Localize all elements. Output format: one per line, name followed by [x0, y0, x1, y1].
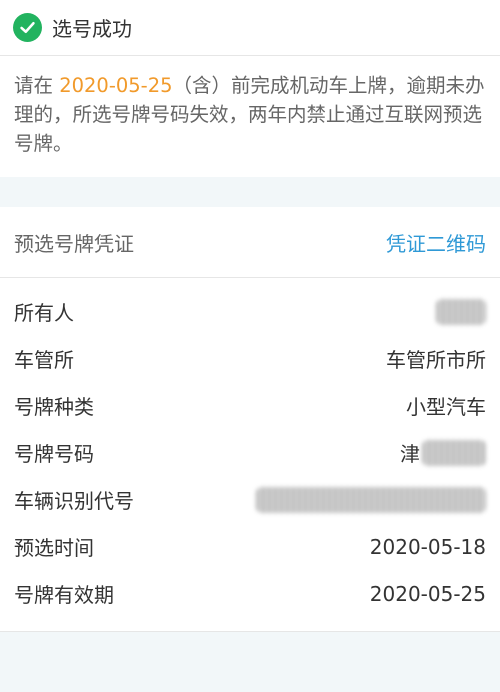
row-label: 号牌种类	[14, 395, 94, 419]
row-value: 2020-05-25	[369, 581, 486, 606]
check-circle-icon	[13, 13, 42, 42]
redacted-owner-value	[436, 298, 486, 325]
row-value: 小型汽车	[406, 395, 486, 419]
row-label: 号牌号码	[14, 442, 94, 466]
row-validity: 号牌有效期 2020-05-25	[0, 570, 500, 617]
status-text: 选号成功	[52, 17, 132, 41]
row-office: 车管所 车管所市所	[0, 335, 500, 382]
top-section: 选号成功 请在 2020-05-25（含）前完成机动车上牌，逾期未办理的，所选号…	[0, 0, 500, 177]
detail-rows: 所有人 车管所 车管所市所 号牌种类 小型汽车 号牌号码 津 车辆识别代号 预选…	[0, 278, 500, 631]
row-reserve-time: 预选时间 2020-05-18	[0, 523, 500, 570]
row-value: 2020-05-18	[369, 534, 486, 559]
row-label: 所有人	[14, 301, 74, 325]
row-label: 号牌有效期	[14, 583, 114, 607]
qr-code-link[interactable]: 凭证二维码	[386, 228, 486, 257]
section-gap	[0, 177, 500, 207]
row-value: 津	[400, 442, 420, 466]
notice-text: 请在 2020-05-25（含）前完成机动车上牌，逾期未办理的，所选号牌号码失效…	[0, 56, 500, 177]
redacted-plate-digits	[422, 439, 486, 466]
row-vin: 车辆识别代号	[0, 476, 500, 523]
bottom-area	[0, 632, 500, 692]
row-label: 车辆识别代号	[14, 489, 134, 513]
row-plate-number: 号牌号码 津	[0, 429, 500, 476]
row-owner: 所有人	[0, 288, 500, 335]
redacted-vin-value	[256, 486, 486, 513]
row-label: 车管所	[14, 348, 74, 372]
row-value: 车管所市所	[386, 348, 486, 372]
row-label: 预选时间	[14, 536, 94, 560]
plate-number-value: 津	[400, 438, 486, 467]
status-bar: 选号成功	[0, 0, 500, 55]
notice-date: 2020-05-25	[59, 74, 173, 97]
row-plate-type: 号牌种类 小型汽车	[0, 382, 500, 429]
card-title: 预选号牌凭证	[14, 231, 134, 256]
card-header: 预选号牌凭证 凭证二维码	[0, 207, 500, 277]
notice-prefix: 请在	[14, 74, 60, 97]
plate-certificate-card: 预选号牌凭证 凭证二维码 所有人 车管所 车管所市所 号牌种类 小型汽车 号牌号…	[0, 207, 500, 632]
